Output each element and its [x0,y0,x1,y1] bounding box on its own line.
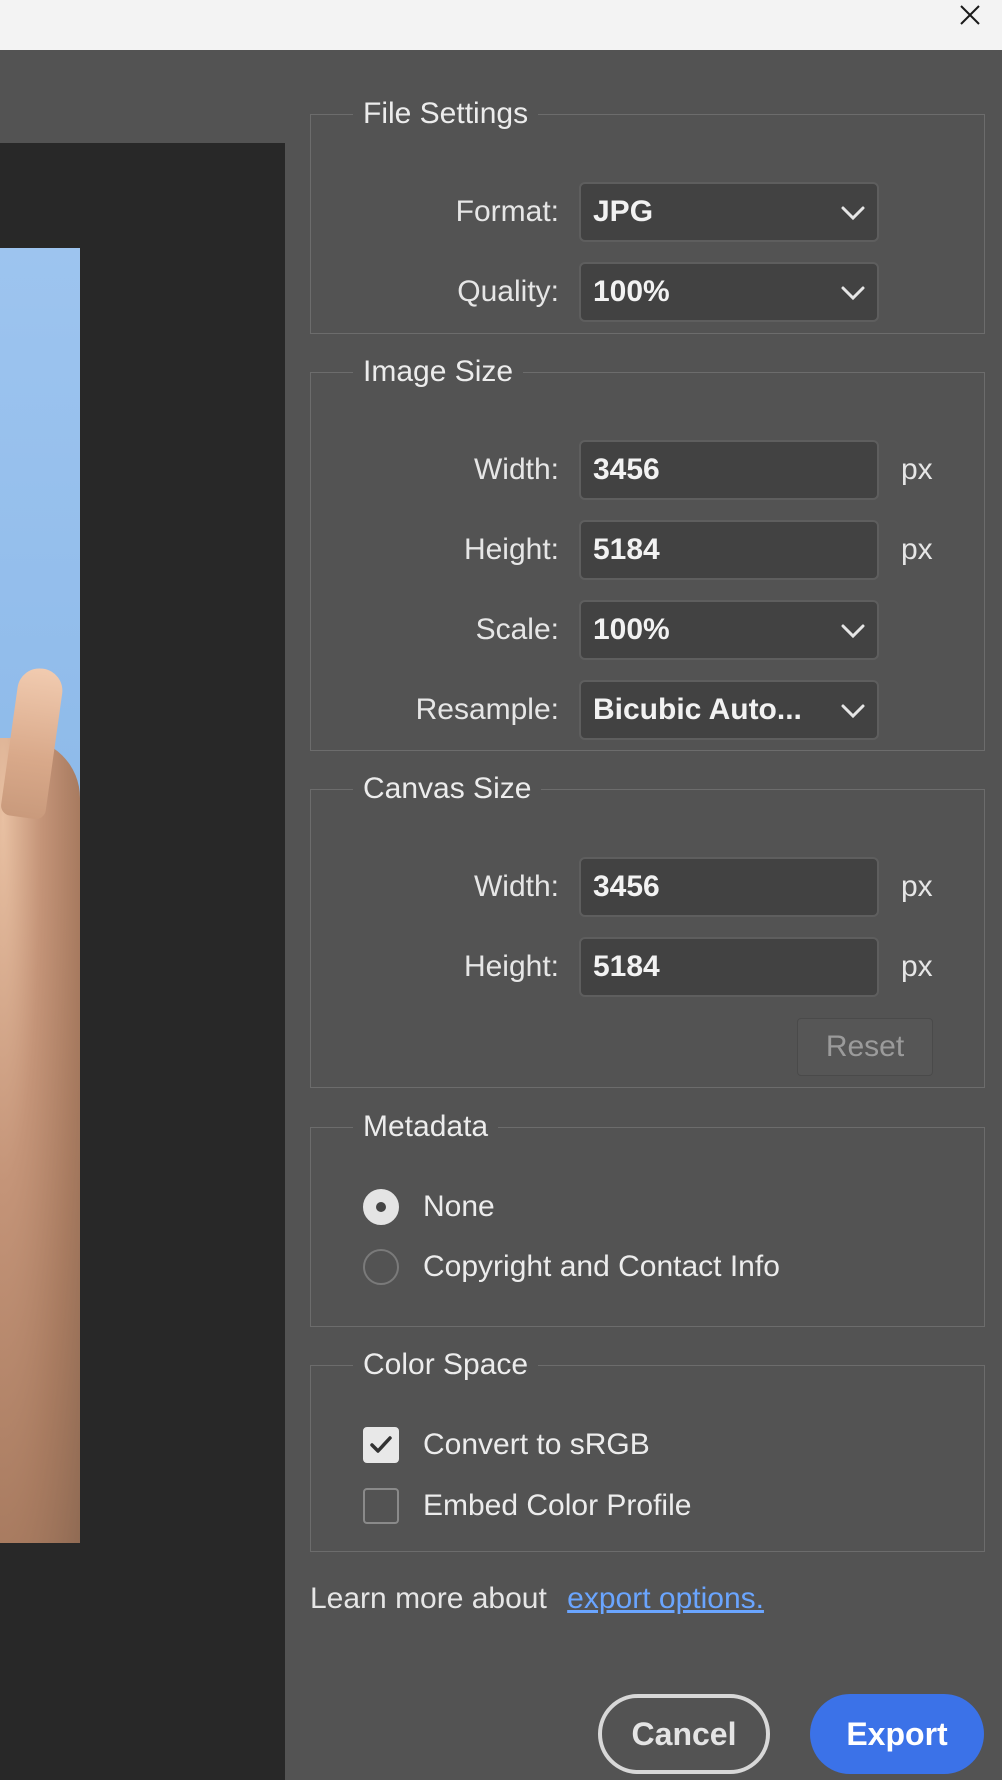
canvas-size-title: Canvas Size [363,772,532,805]
resample-dropdown[interactable]: Bicubic Auto... [579,680,879,740]
color-space-section: Color Space Convert to sRGB Embed Color … [310,1347,985,1552]
metadata-option-label: None [423,1190,495,1223]
chevron-down-icon [841,624,865,639]
image-height-label: Height: [463,533,559,566]
learn-more-text: Learn more about export options. [310,1582,764,1616]
file-settings-section: File Settings Format: JPG Quality: 100% [310,96,985,334]
preview-area [0,143,285,1780]
reset-button[interactable]: Reset [797,1018,933,1076]
preview-image [0,248,80,1543]
quality-dropdown[interactable]: 100% [579,262,879,322]
canvas-height-input[interactable]: 5184 [579,937,879,997]
resample-value: Bicubic Auto... [593,693,802,726]
metadata-title: Metadata [363,1110,489,1143]
image-size-title: Image Size [363,355,514,388]
canvas-width-input[interactable]: 3456 [579,857,879,917]
format-value: JPG [593,195,654,228]
image-width-input[interactable]: 3456 [579,440,879,500]
image-width-unit: px [901,453,933,486]
checkbox-unchecked-icon [363,1488,399,1524]
image-width-row: Width: 3456 px [311,440,984,500]
scale-row: Scale: 100% [311,600,984,660]
checkbox-checked-icon [363,1427,399,1463]
image-height-row: Height: 5184 px [311,520,984,580]
canvas-width-label: Width: [473,870,559,903]
canvas-height-row: Height: 5184 px [311,937,984,997]
color-space-title: Color Space [363,1348,529,1381]
image-size-section: Image Size Width: 3456 px Height: 5184 p… [310,354,985,751]
canvas-width-row: Width: 3456 px [311,857,984,917]
convert-srgb-label: Convert to sRGB [423,1428,650,1461]
radio-selected-icon [363,1189,399,1225]
format-dropdown[interactable]: JPG [579,182,879,242]
export-options-link[interactable]: export options. [567,1582,764,1615]
cancel-button[interactable]: Cancel [598,1694,770,1774]
metadata-section: Metadata None Copyright and Contact Info [310,1109,985,1327]
quality-value: 100% [593,275,670,308]
close-icon [960,5,980,25]
title-bar [0,0,1002,50]
metadata-option-copyright[interactable]: Copyright and Contact Info [363,1247,780,1287]
export-button[interactable]: Export [810,1694,984,1774]
scale-value: 100% [593,613,670,646]
format-row: Format: JPG [311,182,984,242]
embed-profile-label: Embed Color Profile [423,1489,692,1522]
chevron-down-icon [841,206,865,221]
file-settings-title: File Settings [363,97,529,130]
image-height-unit: px [901,533,933,566]
close-button[interactable] [952,0,988,30]
scale-label: Scale: [475,613,559,646]
resample-row: Resample: Bicubic Auto... [311,680,984,740]
canvas-height-unit: px [901,950,933,983]
chevron-down-icon [841,286,865,301]
quality-label: Quality: [457,275,559,308]
metadata-option-none[interactable]: None [363,1187,495,1227]
resample-label: Resample: [415,693,559,726]
convert-srgb-option[interactable]: Convert to sRGB [363,1425,650,1465]
quality-row: Quality: 100% [311,262,984,322]
metadata-option-label: Copyright and Contact Info [423,1250,780,1283]
scale-dropdown[interactable]: 100% [579,600,879,660]
chevron-down-icon [841,704,865,719]
radio-unselected-icon [363,1249,399,1285]
checkmark-icon [370,1436,392,1453]
image-width-label: Width: [473,453,559,486]
canvas-width-unit: px [901,870,933,903]
embed-profile-option[interactable]: Embed Color Profile [363,1486,691,1526]
image-height-input[interactable]: 5184 [579,520,879,580]
learn-more-label: Learn more about [310,1582,547,1615]
format-label: Format: [455,195,559,228]
canvas-height-label: Height: [463,950,559,983]
canvas-size-section: Canvas Size Width: 3456 px Height: 5184 … [310,771,985,1088]
